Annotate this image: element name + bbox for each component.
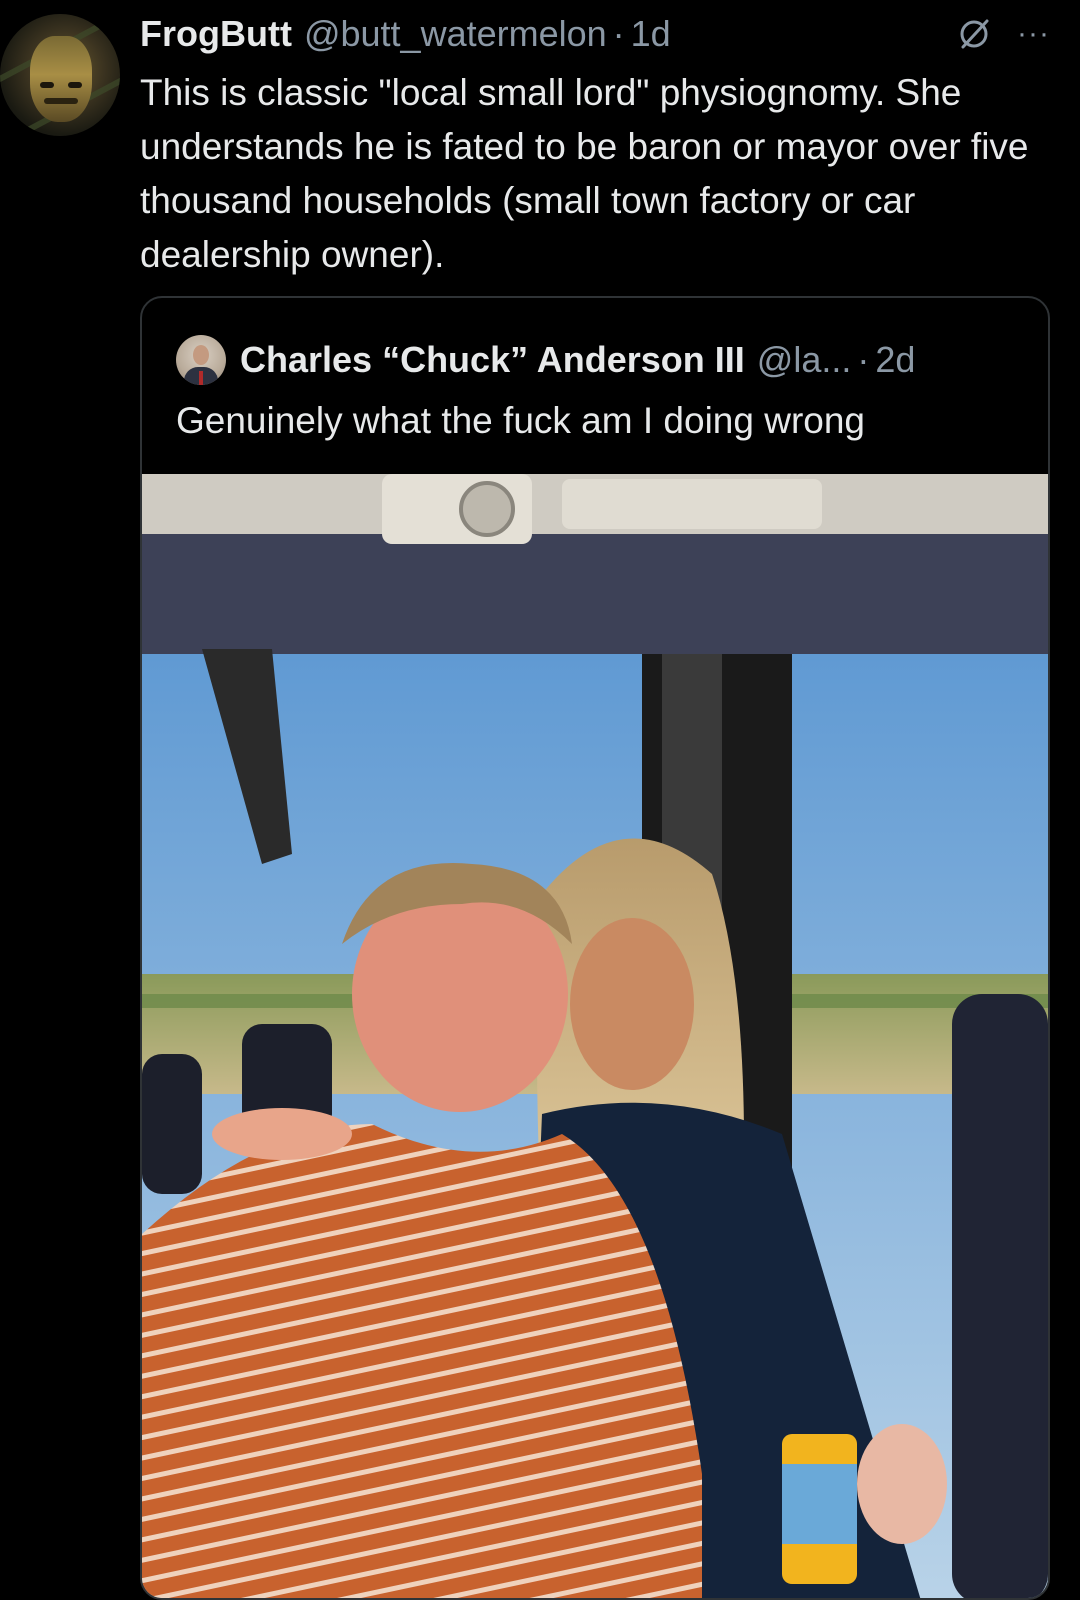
avatar-eye — [68, 82, 82, 88]
quoted-author-name[interactable]: Charles “Chuck” Anderson III — [240, 339, 745, 381]
author-name[interactable]: FrogButt — [140, 13, 292, 55]
author-handle[interactable]: @butt_watermelon — [304, 13, 607, 55]
avatar-eye — [40, 82, 54, 88]
control-panel — [562, 479, 822, 529]
quoted-author-avatar[interactable] — [176, 335, 226, 385]
more-options-icon[interactable]: ··· — [1017, 17, 1050, 51]
avatar-tie — [199, 371, 203, 385]
bus-seat — [142, 1054, 202, 1194]
overhead-upholstery — [142, 534, 1048, 654]
avatar-mouth — [44, 98, 78, 104]
quoted-tweet-card[interactable]: Charles “Chuck” Anderson III @la... · 2d… — [140, 296, 1050, 1600]
quoted-tweet-header: Charles “Chuck” Anderson III @la... · 2d — [176, 334, 915, 386]
bus-seat — [952, 994, 1048, 1598]
drink-can-label — [782, 1464, 857, 1544]
separator-dot: · — [857, 339, 870, 380]
tweet-header: FrogButt @butt_watermelon · 1d ··· — [140, 10, 1050, 58]
grok-icon[interactable] — [957, 17, 991, 51]
quoted-author-handle[interactable]: @la... — [757, 339, 852, 381]
separator-dot: · — [612, 13, 625, 54]
tweet-text: This is classic "local small lord" physi… — [140, 72, 1029, 275]
quoted-tweet-timestamp[interactable]: 2d — [875, 339, 915, 381]
avatar-face — [30, 36, 92, 122]
quoted-tweet-text: Genuinely what the fuck am I doing wrong — [176, 400, 865, 441]
reading-light — [459, 481, 515, 537]
woman-face — [570, 918, 694, 1090]
woman-hand — [857, 1424, 947, 1544]
avatar-head — [193, 345, 209, 365]
man-polo — [142, 1124, 702, 1598]
tweet-timestamp[interactable]: 1d — [631, 13, 671, 55]
author-avatar[interactable] — [0, 14, 120, 136]
header-actions: ··· — [957, 10, 1050, 58]
quoted-tweet-photo[interactable] — [142, 474, 1048, 1600]
man-hand — [212, 1108, 352, 1160]
